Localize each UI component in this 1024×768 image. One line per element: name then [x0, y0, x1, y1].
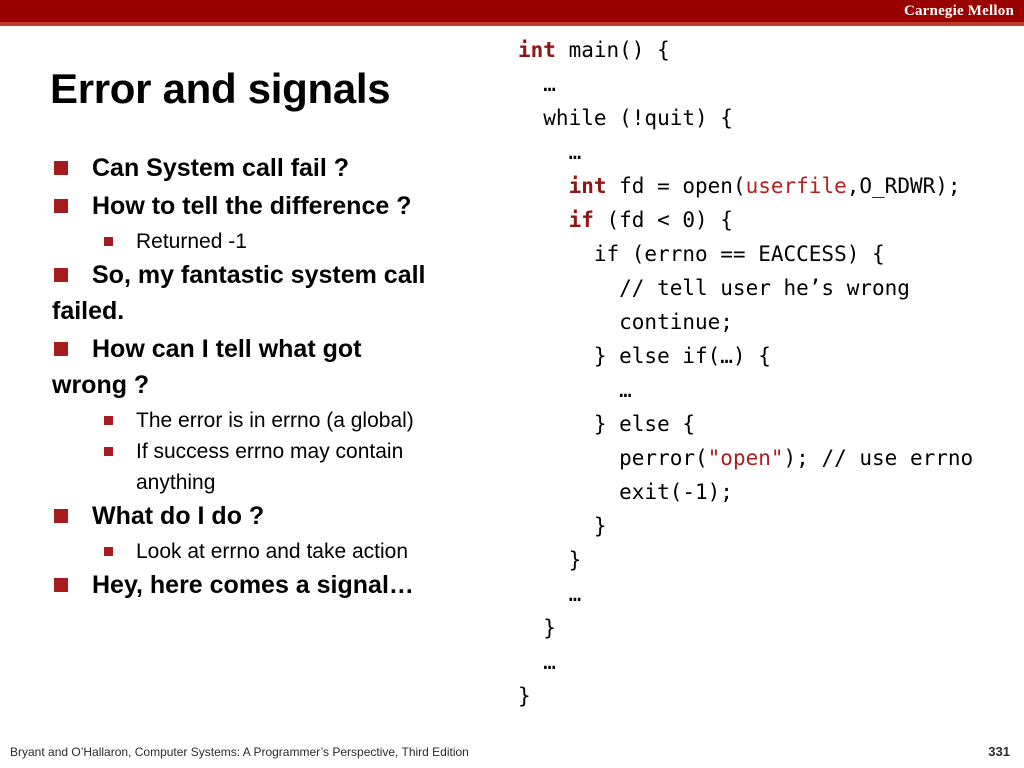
- code-line: }: [518, 611, 1024, 645]
- code-token-plain: ,O_RDWR);: [846, 174, 961, 198]
- institution-branding: Carnegie Mellon: [903, 3, 1014, 19]
- bullet-marker-icon: [54, 268, 68, 282]
- code-token-plain: exit(-1);: [518, 480, 733, 504]
- bullet-marker-icon: [104, 447, 113, 456]
- code-token-plain: if (errno == EACCESS) {: [518, 242, 885, 266]
- code-line: // tell user he’s wrong: [518, 271, 1024, 305]
- bullet-item: Hey, here comes a signal…: [0, 567, 500, 603]
- code-line: …: [518, 373, 1024, 407]
- code-token-plain: fd = open(: [606, 174, 746, 198]
- bullet-item: The error is in errno (a global): [0, 405, 500, 436]
- code-line: }: [518, 679, 1024, 713]
- bullet-marker-icon: [104, 237, 113, 246]
- code-line: while (!quit) {: [518, 101, 1024, 135]
- page-number: 331: [988, 744, 1010, 759]
- bullet-item: Returned -1: [0, 226, 500, 257]
- code-line: …: [518, 645, 1024, 679]
- bullet-item: How to tell the difference ?: [0, 188, 500, 224]
- bullet-text: wrong ?: [52, 371, 150, 399]
- code-token-plain: …: [518, 72, 556, 96]
- code-line: …: [518, 577, 1024, 611]
- code-token-plain: continue;: [518, 310, 733, 334]
- bullet-marker-icon: [54, 578, 68, 592]
- code-line: if (fd < 0) {: [518, 203, 1024, 237]
- bullet-text: failed.: [52, 297, 125, 325]
- bullet-item: Can System call fail ?: [0, 150, 500, 186]
- code-token-plain: …: [518, 582, 582, 606]
- code-token-plain: }: [518, 684, 531, 708]
- code-token-plain: }: [518, 514, 607, 538]
- code-line: }: [518, 543, 1024, 577]
- code-line: continue;: [518, 305, 1024, 339]
- code-token-plain: }: [518, 548, 582, 572]
- code-token-plain: …: [518, 650, 556, 674]
- bullet-marker-icon: [104, 547, 113, 556]
- footer-attribution: Bryant and O’Hallaron, Computer Systems:…: [10, 745, 469, 759]
- bullet-text: anything: [136, 471, 216, 494]
- code-token-kw: int: [518, 38, 556, 62]
- bullet-text: What do I do ?: [92, 502, 265, 530]
- bullet-text: Returned -1: [136, 230, 247, 253]
- bullet-text: So, my fantastic system call: [92, 261, 426, 289]
- code-line: if (errno == EACCESS) {: [518, 237, 1024, 271]
- bullet-text: The error is in errno (a global): [136, 409, 414, 432]
- bullet-item: If success errno may contain anything: [0, 436, 500, 498]
- bullet-marker-icon: [54, 161, 68, 175]
- left-content-column: Error and signals Can System call fail ?…: [0, 50, 510, 740]
- bullet-item: Look at errno and take action: [0, 536, 500, 567]
- code-token-plain: while (!quit) {: [518, 106, 733, 130]
- code-token-plain: }: [518, 616, 556, 640]
- bullet-marker-icon: [104, 416, 113, 425]
- bullet-item: How can I tell what got wrong ?: [0, 331, 500, 403]
- code-line: int main() {: [518, 33, 1024, 67]
- code-token-plain: } else if(…) {: [518, 344, 771, 368]
- code-token-str: "open": [707, 446, 784, 470]
- header-accent-rule: [0, 22, 1024, 26]
- bullet-text: How to tell the difference ?: [92, 192, 412, 220]
- code-token-plain: (fd < 0) {: [593, 208, 733, 232]
- code-line: int fd = open(userfile,O_RDWR);: [518, 169, 1024, 203]
- code-line: …: [518, 67, 1024, 101]
- bullet-text: Look at errno and take action: [136, 540, 409, 563]
- code-line: exit(-1);: [518, 475, 1024, 509]
- code-line: } else if(…) {: [518, 339, 1024, 373]
- page-title: Error and signals: [50, 65, 391, 112]
- bullet-text: Can System call fail ?: [92, 154, 350, 182]
- code-line: …: [518, 135, 1024, 169]
- code-token-plain: } else {: [518, 412, 696, 436]
- code-token-plain: // tell user he’s wrong: [518, 276, 910, 300]
- code-token-kw: if: [568, 208, 594, 232]
- code-line: perror("open"); // use errno: [518, 441, 1024, 475]
- code-token-plain: perror(: [518, 446, 708, 470]
- header-band: [0, 0, 1024, 22]
- code-token-plain: ); // use errno: [783, 446, 974, 470]
- code-token-plain: main() {: [555, 38, 670, 62]
- bullet-list: Can System call fail ? How to tell the di…: [0, 150, 500, 605]
- code-listing: int main() { … while (!quit) { … int fd …: [518, 33, 1024, 713]
- code-token-plain: …: [518, 140, 582, 164]
- bullet-item: What do I do ?: [0, 498, 500, 534]
- bullet-text: If success errno may contain: [136, 440, 404, 463]
- bullet-item: So, my fantastic system call failed.: [0, 257, 500, 329]
- bullet-text: Hey, here comes a signal…: [92, 571, 414, 599]
- bullet-text: How can I tell what got: [92, 335, 362, 363]
- slide-canvas: Carnegie Mellon Error and signals Can Sy…: [0, 0, 1024, 768]
- bullet-marker-icon: [54, 342, 68, 356]
- code-token-kw: int: [568, 174, 607, 198]
- code-line: }: [518, 509, 1024, 543]
- code-token-id: userfile: [745, 174, 847, 198]
- bullet-marker-icon: [54, 509, 68, 523]
- code-line: } else {: [518, 407, 1024, 441]
- code-token-plain: …: [518, 378, 632, 402]
- bullet-marker-icon: [54, 199, 68, 213]
